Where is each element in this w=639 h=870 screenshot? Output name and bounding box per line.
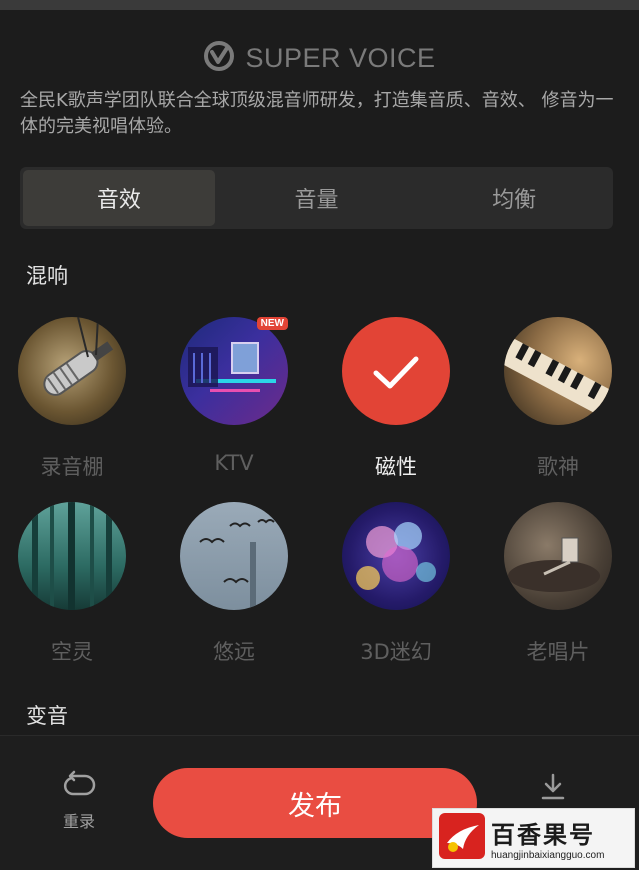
tab-volume[interactable]: 音量 [221, 170, 413, 226]
birds-bridge-thumbnail [180, 502, 288, 610]
section-title-reverb: 混响 [26, 264, 68, 288]
download-icon [538, 773, 568, 806]
watermark-flame-icon [439, 813, 485, 863]
effect-3d-psychedelic[interactable]: 3D迷幻 [336, 502, 456, 666]
tab-equalizer[interactable]: 均衡 [418, 170, 610, 226]
checkmark-icon [373, 356, 419, 389]
studio-microphone-thumbnail [18, 317, 126, 425]
effect-label: 歌神 [537, 455, 579, 479]
settings-tabs: 音效 音量 均衡 [20, 167, 613, 229]
feature-description: 全民K歌声学团队联合全球顶级混音师研发，打造集音质、音效、 修音为一体的完美视唱… [20, 90, 614, 137]
forest-thumbnail [18, 502, 126, 610]
record-player-thumbnail [504, 502, 612, 610]
brand-name: SUPER VOICE [245, 42, 436, 73]
magnetic-thumbnail [342, 317, 450, 425]
effect-ktv[interactable]: NEW KTV [174, 317, 294, 475]
publish-button[interactable]: 发布 [153, 768, 477, 838]
effect-label: 老唱片 [526, 640, 590, 664]
effect-label: 空灵 [51, 640, 93, 664]
effect-distant[interactable]: 悠远 [174, 502, 294, 666]
effect-label: 录音棚 [40, 455, 104, 479]
effect-magnetic[interactable]: 磁性 [336, 317, 456, 481]
effect-singer-god[interactable]: 歌神 [498, 317, 618, 481]
watermark-title: 百香果号 [491, 821, 595, 849]
section-title-voice-change: 变音 [26, 704, 68, 728]
brand-header: SUPER VOICE [0, 40, 639, 76]
bokeh-thumbnail [342, 502, 450, 610]
effect-studio[interactable]: 录音棚 [12, 317, 132, 481]
rerecord-button[interactable]: 重录 [48, 770, 110, 832]
effect-label: 3D迷幻 [360, 640, 432, 664]
effect-label: 磁性 [375, 455, 417, 479]
effect-label: 悠远 [213, 640, 255, 664]
rerecord-label: 重录 [62, 812, 95, 831]
watermark-logo: 百香果号 huangjinbaixiangguo.com [432, 808, 635, 868]
watermark-url: huangjinbaixiangguo.com [491, 850, 605, 861]
effect-old-record[interactable]: 老唱片 [498, 502, 618, 666]
piano-thumbnail [504, 317, 612, 425]
new-badge: NEW [256, 317, 288, 330]
rerecord-icon [61, 770, 97, 804]
tab-sound-effect[interactable]: 音效 [23, 170, 215, 226]
top-status-strip [0, 0, 639, 10]
super-voice-logo-icon [203, 40, 235, 76]
ktv-room-thumbnail [180, 317, 288, 425]
effect-ethereal[interactable]: 空灵 [12, 502, 132, 666]
effect-label: KTV [214, 451, 254, 475]
download-button[interactable] [538, 772, 568, 806]
